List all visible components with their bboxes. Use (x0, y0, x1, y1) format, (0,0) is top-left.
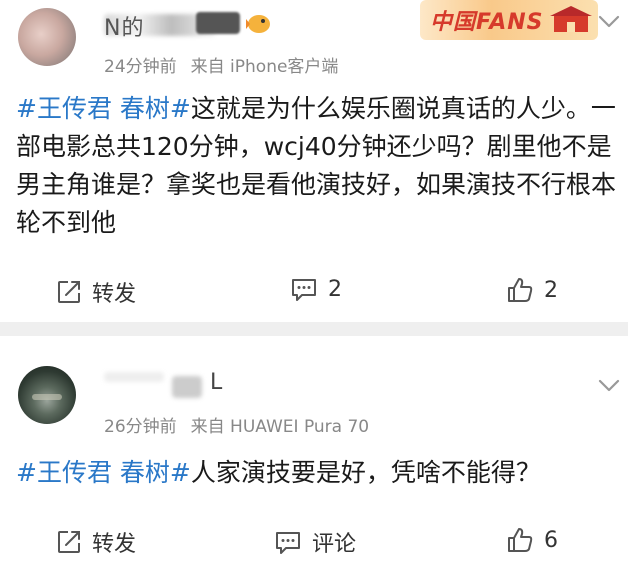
like-button[interactable]: 6 (506, 526, 558, 554)
thumbs-up-icon (508, 528, 533, 552)
comment-button[interactable]: 评论 (274, 526, 356, 558)
post-meta: 26分钟前 来自 HUAWEI Pura 70 (104, 412, 369, 437)
weibo-post: L 26分钟前 来自 HUAWEI Pura 70 #王传君 春树#人家演技要是好… (0, 336, 628, 566)
post-content: #王传君 春树#人家演技要是好，凭啥不能得？ (16, 454, 616, 492)
repost-button[interactable]: 转发 (56, 526, 136, 558)
post-time: 26分钟前 (104, 417, 177, 437)
hashtag-link[interactable]: #王传君 春树# (16, 458, 191, 487)
username-blurred (104, 372, 164, 382)
fan-badge-label: 中国FANS (430, 10, 544, 35)
avatar[interactable] (18, 366, 76, 424)
weibo-post: N的 24分钟前 来自 iPhone客户端 中国FANS #王传君 春树#这就是为… (0, 0, 628, 322)
comment-label: 评论 (312, 532, 357, 557)
chevron-down-icon[interactable] (596, 8, 622, 34)
like-count: 2 (544, 277, 558, 303)
post-meta: 24分钟前 来自 iPhone客户端 (104, 52, 338, 77)
user-emoji-icon (246, 10, 270, 34)
post-text: 人家演技要是好，凭啥不能得？ (190, 458, 541, 487)
post-content: #王传君 春树#这就是为什么娱乐圈说真话的人少。一部电影总共120分钟，wcj4… (16, 90, 616, 242)
post-separator (0, 322, 628, 336)
like-count: 6 (544, 527, 558, 553)
username-blurred (172, 376, 202, 398)
comment-icon (292, 279, 316, 301)
post-source[interactable]: 来自 iPhone客户端 (191, 57, 339, 77)
thumbs-up-icon (508, 278, 533, 302)
repost-icon (58, 531, 80, 553)
comment-icon (276, 532, 300, 554)
username-blurred (196, 12, 240, 34)
post-time: 24分钟前 (104, 57, 177, 77)
chevron-down-icon[interactable] (596, 372, 622, 398)
hashtag-link[interactable]: #王传君 春树# (16, 94, 191, 123)
post-source[interactable]: 来自 HUAWEI Pura 70 (191, 417, 369, 437)
username[interactable]: N的 (104, 10, 144, 42)
comment-button[interactable]: 2 (290, 276, 342, 302)
repost-button[interactable]: 转发 (56, 276, 136, 308)
comment-count: 2 (328, 276, 342, 302)
gate-icon (550, 6, 592, 32)
username[interactable]: L (210, 370, 223, 395)
repost-label: 转发 (92, 532, 137, 557)
repost-icon (58, 281, 80, 303)
fan-badge[interactable]: 中国FANS (420, 0, 598, 40)
like-button[interactable]: 2 (506, 276, 558, 304)
avatar[interactable] (18, 8, 76, 66)
repost-label: 转发 (92, 282, 137, 307)
